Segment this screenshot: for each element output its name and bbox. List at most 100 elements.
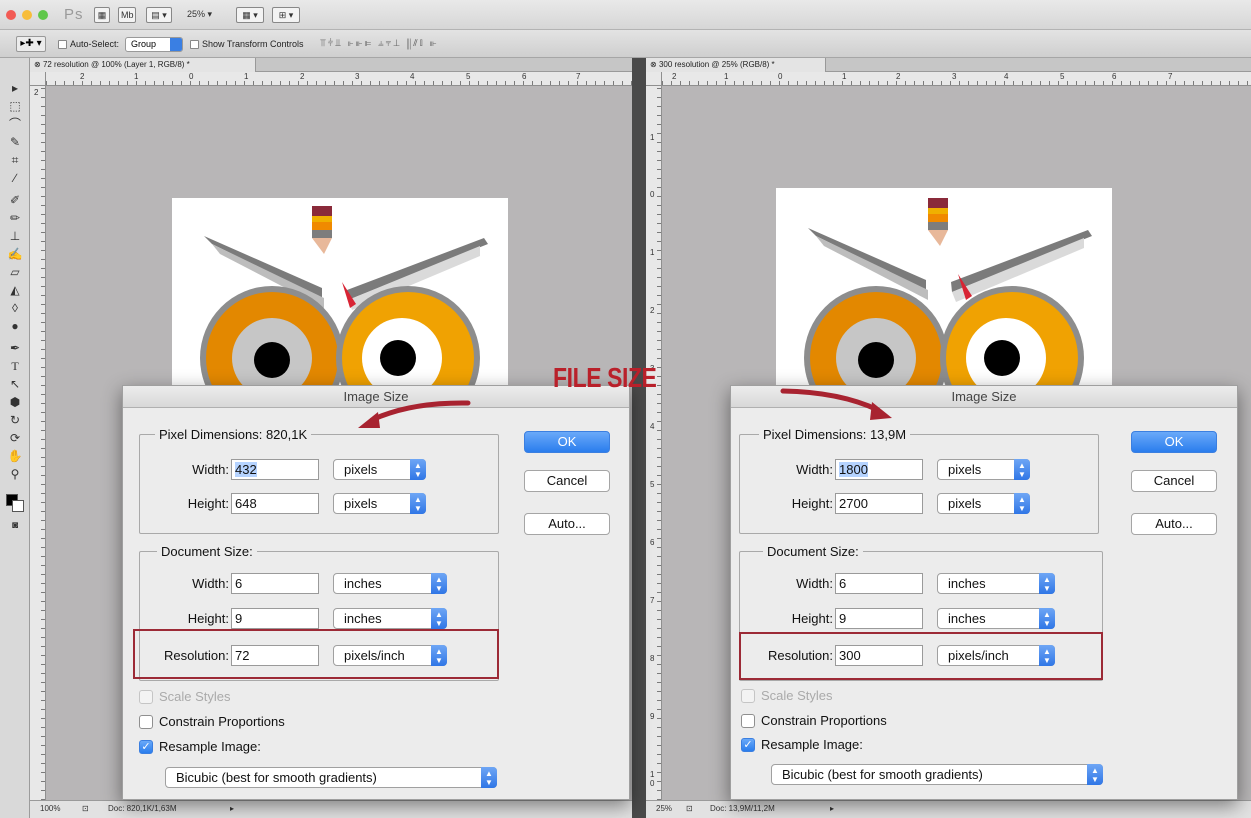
pixel-height-input[interactable]: 2700 [835,493,923,514]
shape-icon[interactable]: ⬢ [6,394,24,410]
pixel-dimensions-value: 820,1K [265,427,308,442]
pixel-width-unit-select[interactable]: pixels ▲ ▼ [937,459,1030,480]
mini-bridge-button[interactable]: Mb [118,7,136,23]
3d-rotate-icon[interactable]: ↻ [6,412,24,428]
crop-tool-icon[interactable]: ⌗ [6,152,24,168]
vertical-ruler[interactable]: 1 0 1 2 3 4 5 6 7 8 9 1 0 [646,86,662,800]
history-brush-icon[interactable]: ✍ [6,246,24,262]
zoom-readout[interactable]: 100% [40,801,60,817]
ruler-origin[interactable] [30,72,46,86]
ruler-label: 5 [1060,72,1065,81]
type-icon[interactable]: T [6,358,24,374]
background-color-swatch[interactable] [12,500,24,512]
doc-height-input[interactable]: 9 [835,608,923,629]
resample-image-checkbox[interactable]: ✓ [139,740,153,754]
doc-width-value: 6 [839,576,847,591]
move-tool-icon[interactable]: ▸ [6,80,24,96]
eraser-icon[interactable]: ▱ [6,264,24,280]
show-transform-checkbox[interactable] [190,40,199,49]
pixel-height-value: 2700 [839,496,868,511]
auto-select-checkbox[interactable] [58,40,67,49]
resample-method-select[interactable]: Bicubic (best for smooth gradients) ▲ ▼ [165,767,497,788]
pixel-width-value: 1800 [839,462,868,477]
hand-icon[interactable]: ✋ [6,448,24,464]
ruler-label: 0 [778,72,783,81]
file-size-annotation: FILE SIZE [553,362,657,393]
cancel-button[interactable]: Cancel [1131,470,1217,492]
status-menu-arrow-icon[interactable]: ▸ [830,801,834,817]
pixel-height-unit-select[interactable]: pixels ▲ ▼ [937,493,1030,514]
pixel-height-input[interactable]: 648 [231,493,319,514]
quick-select-icon[interactable]: ✎ [6,134,24,150]
doc-width-unit: inches [344,576,382,591]
doc-height-unit-select[interactable]: inches ▲ ▼ [937,608,1055,629]
clone-stamp-icon[interactable]: ⊥ [6,228,24,244]
resample-method-select[interactable]: Bicubic (best for smooth gradients) ▲ ▼ [771,764,1103,785]
align-icons[interactable]: ⫪⫩⫫ ⊩⊪⊫ ⫨⫧⊥ ⫼⫽⫾ ⊪ [320,38,438,49]
3d-orbit-icon[interactable]: ⟳ [6,430,24,446]
doc-height-unit-select[interactable]: inches ▲ ▼ [333,608,447,629]
status-info-icon[interactable]: ⊡ [82,801,89,817]
healing-brush-icon[interactable]: ✐ [6,192,24,208]
auto-select-dropdown[interactable]: Group [125,37,183,52]
ruler-label: 2 [300,72,305,81]
path-select-icon[interactable]: ↖ [6,376,24,392]
image-size-dialog-left: Image Size Pixel Dimensions: 820,1K Widt… [122,385,630,800]
auto-button[interactable]: Auto... [1131,513,1217,535]
status-info-icon[interactable]: ⊡ [686,801,693,817]
pixel-width-input[interactable]: 432 [231,459,319,480]
screen-mode-button[interactable]: ▦ ▾ [236,7,264,23]
pixel-height-label: Height: [187,496,229,511]
marquee-tool-icon[interactable]: ⬚ [6,98,24,114]
extras-button[interactable]: ▤ ▾ [146,7,172,23]
close-window-icon[interactable] [6,10,16,20]
quick-mask-icon[interactable]: ◙ [6,518,24,534]
minimize-window-icon[interactable] [22,10,32,20]
pixel-height-unit-select[interactable]: pixels ▲ ▼ [333,493,426,514]
document-tab[interactable]: ⊗ 300 resolution @ 25% (RGB/8) * [646,58,826,72]
doc-width-unit-select[interactable]: inches ▲ ▼ [333,573,447,594]
document-tab[interactable]: ⊗ 72 resolution @ 100% (Layer 1, RGB/8) … [30,58,256,72]
eyedropper-icon[interactable]: ∕ [6,170,24,186]
bridge-button[interactable]: ▦ [94,7,110,23]
zoom-readout[interactable]: 25% [656,801,672,817]
zoom-level-value: 25% [187,9,206,19]
horizontal-ruler[interactable]: 2 1 0 1 2 3 4 5 6 7 [46,72,632,86]
doc-width-input[interactable]: 6 [231,573,319,594]
pixel-width-unit-select[interactable]: pixels ▲ ▼ [333,459,426,480]
resolution-highlight-box [133,629,499,679]
tool-preset-picker[interactable]: ▸✚ ▾ [16,36,46,52]
doc-width-value: 6 [235,576,243,591]
doc-height-input[interactable]: 9 [231,608,319,629]
ruler-label: 2 [896,72,901,81]
cancel-button[interactable]: Cancel [524,470,610,492]
status-menu-arrow-icon[interactable]: ▸ [230,801,234,817]
ok-button[interactable]: OK [1131,431,1217,453]
zoom-window-icon[interactable] [38,10,48,20]
doc-width-unit-select[interactable]: inches ▲ ▼ [937,573,1055,594]
resample-image-checkbox[interactable]: ✓ [741,738,755,752]
blur-icon[interactable]: ◊ [6,300,24,316]
lasso-tool-icon[interactable]: ⌒ [6,116,24,132]
doc-width-input[interactable]: 6 [835,573,923,594]
ruler-label: 2 [34,88,39,97]
zoom-level-menu[interactable]: 25% ▾ [187,9,212,20]
dodge-icon[interactable]: ● [6,318,24,334]
ruler-label: 1 [842,72,847,81]
vertical-ruler[interactable]: 2 [30,86,46,800]
constrain-proportions-checkbox[interactable] [139,715,153,729]
scale-styles-checkbox [741,689,755,703]
horizontal-ruler[interactable]: 2 1 0 1 2 3 4 5 6 7 [662,72,1251,86]
pen-icon[interactable]: ✒ [6,340,24,356]
pixel-width-input[interactable]: 1800 [835,459,923,480]
paint-bucket-icon[interactable]: ◭ [6,282,24,298]
zoom-icon[interactable]: ⚲ [6,466,24,482]
auto-button[interactable]: Auto... [524,513,610,535]
brush-icon[interactable]: ✏ [6,210,24,226]
owl-artwork-canvas [776,188,1112,398]
constrain-proportions-checkbox[interactable] [741,714,755,728]
ruler-origin[interactable] [646,72,662,86]
ok-button[interactable]: OK [524,431,610,453]
arrange-documents-button[interactable]: ⊞ ▾ [272,7,300,23]
ruler-label: 1 [134,72,139,81]
